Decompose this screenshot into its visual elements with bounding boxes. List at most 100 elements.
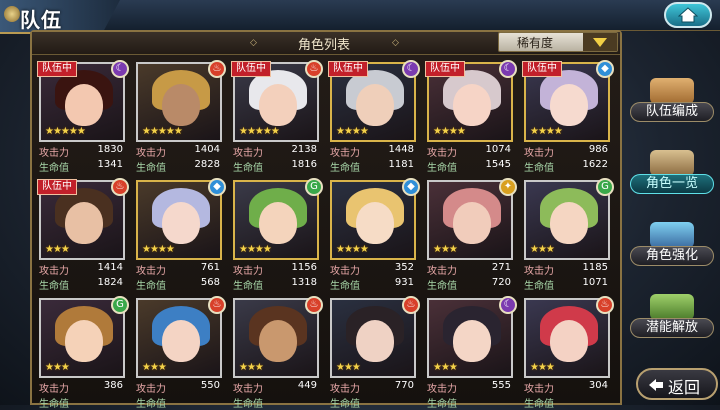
dark-element-icon: ☾ [499, 296, 517, 314]
fire-element-icon: ♨ [596, 296, 614, 314]
attack-value: 1830 [97, 144, 123, 155]
character-stats: 攻击力 555 生命值 [425, 378, 515, 410]
character-stats: 攻击力 986 生命值 1622 [522, 142, 612, 174]
attack-label: 攻击力 [136, 384, 166, 395]
crystal-icon [650, 222, 694, 248]
attack-label: 攻击力 [39, 266, 69, 277]
character-card[interactable]: ★★★ G 攻击力 386 生命值 [37, 296, 129, 410]
character-card[interactable]: ★★★ ♨ 攻击力 550 生命值 [134, 296, 226, 410]
hp-value: 1622 [582, 159, 608, 170]
back-button[interactable]: 返回 [636, 368, 718, 400]
rarity-stars: ★★★ [433, 362, 458, 373]
attack-row: 攻击力 271 [425, 261, 515, 277]
panel-title: 角色列表 [297, 38, 350, 53]
side-menu-button[interactable]: 角色强化 [630, 222, 714, 266]
hp-value: 1816 [291, 159, 317, 170]
character-card[interactable]: ★★★ G 攻击力 1185 生命值 1071 [522, 178, 614, 292]
character-stats: 攻击力 761 生命值 568 [134, 260, 224, 292]
in-party-badge: 队伍中 [425, 61, 465, 77]
sort-label: 稀有度 [517, 36, 554, 50]
character-card[interactable]: ★★★ ♨ 攻击力 770 生命值 [328, 296, 420, 410]
top-bar: 队伍 [0, 0, 720, 34]
rarity-stars: ★★★★★ [142, 126, 183, 137]
character-stats: 攻击力 1185 生命值 1071 [522, 260, 612, 292]
hp-label: 生命值 [39, 281, 69, 292]
rarity-stars: ★★★★ [530, 126, 563, 137]
character-card[interactable]: ★★★★ 队伍中 ☾ 攻击力 1448 生命值 1181 [328, 60, 420, 174]
side-menu-button[interactable]: 角色一览 [630, 150, 714, 194]
wind-element-icon: G [305, 178, 323, 196]
in-party-badge: 队伍中 [522, 61, 562, 77]
character-card[interactable]: ★★★★★ 队伍中 ♨ 攻击力 2138 生命值 1816 [231, 60, 323, 174]
in-party-badge: 队伍中 [328, 61, 368, 77]
character-card[interactable]: ★★★★ 队伍中 ◆ 攻击力 986 生命值 1622 [522, 60, 614, 174]
attack-row: 攻击力 304 [522, 379, 612, 395]
attack-row: 攻击力 352 [328, 261, 418, 277]
character-card[interactable]: ★★★★★ ♨ 攻击力 1404 生命值 2828 [134, 60, 226, 174]
hp-label: 生命值 [330, 399, 360, 410]
character-stats: 攻击力 1414 生命值 1824 [37, 260, 127, 292]
in-party-badge: 队伍中 [37, 179, 77, 195]
hp-row: 生命值 [37, 394, 127, 410]
attack-label: 攻击力 [524, 266, 554, 277]
hp-row: 生命值 [425, 394, 515, 410]
side-menu-button[interactable]: 队伍编成 [630, 78, 714, 122]
attack-value: 1414 [97, 262, 123, 273]
dark-element-icon: ☾ [111, 60, 129, 78]
side-menu-label: 潜能解放 [630, 318, 714, 338]
in-party-badge: 队伍中 [231, 61, 271, 77]
home-button[interactable] [664, 2, 712, 28]
side-menu-label: 角色强化 [630, 246, 714, 266]
attack-label: 攻击力 [39, 148, 69, 159]
character-card[interactable]: ★★★ ☾ 攻击力 555 生命值 [425, 296, 517, 410]
rarity-stars: ★★★★★ [239, 126, 280, 137]
character-card[interactable]: ★★★★ 队伍中 ☾ 攻击力 1074 生命值 1545 [425, 60, 517, 174]
attack-label: 攻击力 [427, 384, 457, 395]
character-face [550, 320, 588, 362]
sort-dropdown[interactable]: 稀有度 [498, 32, 618, 52]
fire-element-icon: ♨ [305, 60, 323, 78]
character-list-panel: ◇ 角色列表 ◇ 稀有度 ★★★★★ 队伍中 ☾ 攻击力 1830 生命值 1341 ★★★★… [30, 30, 622, 410]
character-face [453, 320, 491, 362]
character-stats: 攻击力 550 生命值 [134, 378, 224, 410]
character-face [259, 202, 297, 244]
rarity-stars: ★★★ [433, 244, 458, 255]
hp-label: 生命值 [233, 399, 263, 410]
character-face [65, 84, 103, 126]
character-card[interactable]: ★★★ ♨ 攻击力 304 生命值 [522, 296, 614, 410]
attack-label: 攻击力 [524, 148, 554, 159]
character-stats: 攻击力 352 生命值 931 [328, 260, 418, 292]
attack-value: 986 [588, 144, 608, 155]
character-card[interactable]: ★★★ ♨ 攻击力 449 生命值 [231, 296, 323, 410]
character-card[interactable]: ★★★★ ◆ 攻击力 761 生命值 568 [134, 178, 226, 292]
hp-label: 生命值 [427, 399, 457, 410]
character-card[interactable]: ★★★★ ◆ 攻击力 352 生命值 931 [328, 178, 420, 292]
hp-label: 生命值 [524, 163, 554, 174]
attack-row: 攻击力 770 [328, 379, 418, 395]
hp-label: 生命值 [136, 163, 166, 174]
character-face [162, 320, 200, 362]
ornament-icon: ◇ [250, 38, 257, 48]
character-card[interactable]: ★★★ 队伍中 ♨ 攻击力 1414 生命值 1824 [37, 178, 129, 292]
hp-row: 生命值 720 [425, 276, 515, 292]
character-card[interactable]: ★★★★ G 攻击力 1156 生命值 1318 [231, 178, 323, 292]
orb-icon [650, 294, 694, 320]
side-menu-button[interactable]: 潜能解放 [630, 294, 714, 338]
character-face [65, 202, 103, 244]
hp-value: 1824 [97, 277, 123, 288]
hp-value: 2828 [194, 159, 220, 170]
hp-value: 1318 [291, 277, 317, 288]
hp-label: 生命值 [233, 281, 263, 292]
wind-element-icon: G [596, 178, 614, 196]
rarity-stars: ★★★ [530, 362, 555, 373]
character-card[interactable]: ★★★ ✦ 攻击力 271 生命值 720 [425, 178, 517, 292]
water-element-icon: ◆ [596, 60, 614, 78]
hp-label: 生命值 [524, 399, 554, 410]
character-card[interactable]: ★★★★★ 队伍中 ☾ 攻击力 1830 生命值 1341 [37, 60, 129, 174]
attack-label: 攻击力 [330, 266, 360, 277]
character-stats: 攻击力 1074 生命值 1545 [425, 142, 515, 174]
attack-label: 攻击力 [330, 148, 360, 159]
attack-row: 攻击力 550 [134, 379, 224, 395]
dropdown-arrow-icon[interactable] [583, 33, 617, 51]
light-element-icon: ✦ [499, 178, 517, 196]
